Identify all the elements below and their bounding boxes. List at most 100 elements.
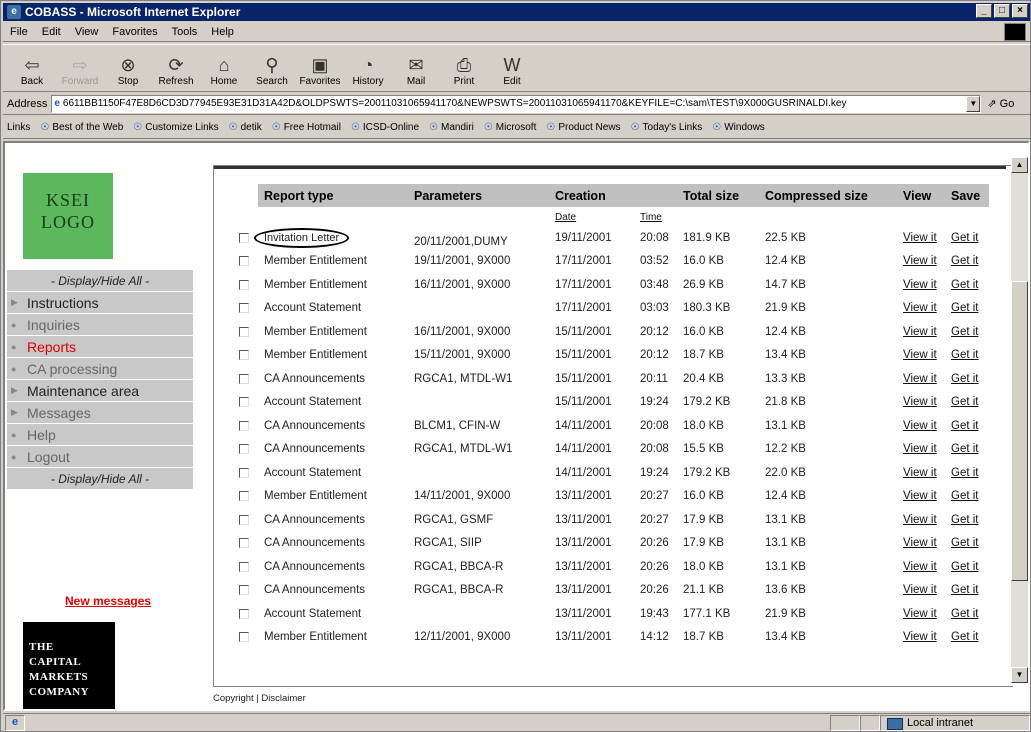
menu-file[interactable]: File bbox=[3, 26, 35, 38]
view-it-link[interactable]: View it bbox=[903, 302, 937, 314]
get-it-link[interactable]: Get it bbox=[951, 255, 978, 267]
scroll-down-icon[interactable]: ▼ bbox=[1011, 667, 1028, 683]
view-it-link[interactable]: View it bbox=[903, 443, 937, 455]
link-free-hotmail[interactable]: Free Hotmail bbox=[272, 122, 341, 133]
view-it-link[interactable]: View it bbox=[903, 420, 937, 432]
minimize-button[interactable]: _ bbox=[976, 4, 992, 18]
sidebar-item-instructions[interactable]: ▶ Instructions bbox=[7, 292, 193, 314]
go-button[interactable]: ⇗ Go bbox=[987, 97, 1014, 110]
row-checkbox[interactable] bbox=[239, 256, 249, 267]
view-it-link[interactable]: View it bbox=[903, 584, 937, 596]
get-it-link[interactable]: Get it bbox=[951, 608, 978, 620]
link-icsd-online[interactable]: ICSD-Online bbox=[351, 122, 419, 133]
refresh-button[interactable]: ⟳ Refresh bbox=[155, 54, 197, 91]
get-it-link[interactable]: Get it bbox=[951, 514, 978, 526]
edit-button[interactable]: W Edit bbox=[491, 54, 533, 91]
new-messages-link[interactable]: New messages bbox=[65, 594, 151, 608]
view-it-link[interactable]: View it bbox=[903, 561, 937, 573]
mail-button[interactable]: ✉ Mail bbox=[395, 54, 437, 91]
disclaimer-link[interactable]: Disclaimer bbox=[261, 693, 305, 704]
row-checkbox[interactable] bbox=[239, 397, 249, 408]
view-it-link[interactable]: View it bbox=[903, 467, 937, 479]
view-it-link[interactable]: View it bbox=[903, 255, 937, 267]
stop-button[interactable]: ⊗ Stop bbox=[107, 54, 149, 91]
get-it-link[interactable]: Get it bbox=[951, 373, 978, 385]
menu-edit[interactable]: Edit bbox=[35, 26, 68, 38]
menu-favorites[interactable]: Favorites bbox=[105, 26, 164, 38]
print-button[interactable]: ⎙ Print bbox=[443, 54, 485, 91]
row-checkbox[interactable] bbox=[239, 373, 249, 384]
row-checkbox[interactable] bbox=[239, 561, 249, 572]
get-it-link[interactable]: Get it bbox=[951, 420, 978, 432]
sidebar-item-maintenance-area[interactable]: ▶ Maintenance area bbox=[7, 380, 193, 402]
get-it-link[interactable]: Get it bbox=[951, 467, 978, 479]
row-checkbox[interactable] bbox=[239, 491, 249, 502]
get-it-link[interactable]: Get it bbox=[951, 537, 978, 549]
history-button[interactable]: ◔ History bbox=[347, 54, 389, 91]
sidebar-item-help[interactable]: ● Help bbox=[7, 424, 193, 446]
row-checkbox[interactable] bbox=[239, 232, 249, 243]
maximize-button[interactable]: □ bbox=[994, 4, 1010, 18]
sidebar-item-ca-processing[interactable]: ● CA processing bbox=[7, 358, 193, 380]
close-button[interactable]: × bbox=[1012, 4, 1028, 18]
back-button[interactable]: ⇦ Back bbox=[11, 54, 53, 91]
link-detik[interactable]: detik bbox=[229, 122, 262, 133]
row-checkbox[interactable] bbox=[239, 420, 249, 431]
view-it-link[interactable]: View it bbox=[903, 349, 937, 361]
row-checkbox[interactable] bbox=[239, 632, 249, 643]
view-it-link[interactable]: View it bbox=[903, 608, 937, 620]
menu-tools[interactable]: Tools bbox=[165, 26, 205, 38]
link-customize-links[interactable]: Customize Links bbox=[133, 122, 218, 133]
link-windows[interactable]: Windows bbox=[712, 122, 765, 133]
get-it-link[interactable]: Get it bbox=[951, 326, 978, 338]
get-it-link[interactable]: Get it bbox=[951, 584, 978, 596]
link-microsoft[interactable]: Microsoft bbox=[484, 122, 537, 133]
sidebar-item-inquiries[interactable]: ● Inquiries bbox=[7, 314, 193, 336]
get-it-link[interactable]: Get it bbox=[951, 490, 978, 502]
search-button[interactable]: ⚲ Search bbox=[251, 54, 293, 91]
row-checkbox[interactable] bbox=[239, 467, 249, 478]
row-checkbox[interactable] bbox=[239, 538, 249, 549]
get-it-link[interactable]: Get it bbox=[951, 302, 978, 314]
row-checkbox[interactable] bbox=[239, 326, 249, 337]
row-checkbox[interactable] bbox=[239, 350, 249, 361]
sidebar-item-messages[interactable]: ▶ Messages bbox=[7, 402, 193, 424]
display-hide-all-bottom[interactable]: - Display/Hide All - bbox=[7, 468, 193, 490]
view-it-link[interactable]: View it bbox=[903, 396, 937, 408]
row-checkbox[interactable] bbox=[239, 585, 249, 596]
view-it-link[interactable]: View it bbox=[903, 326, 937, 338]
home-button[interactable]: ⌂ Home bbox=[203, 54, 245, 91]
vertical-scrollbar[interactable]: ▲ ▼ bbox=[1011, 157, 1028, 683]
view-it-link[interactable]: View it bbox=[903, 631, 937, 643]
scroll-thumb[interactable] bbox=[1011, 281, 1028, 581]
get-it-link[interactable]: Get it bbox=[951, 561, 978, 573]
forward-button[interactable]: ⇨ Forward bbox=[59, 54, 101, 91]
row-checkbox[interactable] bbox=[239, 303, 249, 314]
link-product-news[interactable]: Product News bbox=[546, 122, 620, 133]
sidebar-item-logout[interactable]: ● Logout bbox=[7, 446, 193, 468]
display-hide-all-top[interactable]: - Display/Hide All - bbox=[7, 270, 193, 292]
menu-help[interactable]: Help bbox=[204, 26, 241, 38]
row-checkbox[interactable] bbox=[239, 444, 249, 455]
view-it-link[interactable]: View it bbox=[903, 537, 937, 549]
favorites-button[interactable]: ▣ Favorites bbox=[299, 54, 341, 91]
scroll-up-icon[interactable]: ▲ bbox=[1011, 157, 1028, 173]
link-mandiri[interactable]: Mandiri bbox=[429, 122, 474, 133]
get-it-link[interactable]: Get it bbox=[951, 396, 978, 408]
sidebar-item-reports[interactable]: ● Reports bbox=[7, 336, 193, 358]
get-it-link[interactable]: Get it bbox=[951, 631, 978, 643]
view-it-link[interactable]: View it bbox=[903, 514, 937, 526]
link-best-of-web[interactable]: Best of the Web bbox=[40, 122, 123, 133]
get-it-link[interactable]: Get it bbox=[951, 279, 978, 291]
get-it-link[interactable]: Get it bbox=[951, 349, 978, 361]
get-it-link[interactable]: Get it bbox=[951, 232, 978, 244]
row-checkbox[interactable] bbox=[239, 514, 249, 525]
menu-view[interactable]: View bbox=[68, 26, 106, 38]
link-todays-links[interactable]: Today's Links bbox=[631, 122, 703, 133]
address-input[interactable]: e 6611BB1150F47E8D6CD3D77945E93E31D31A42… bbox=[51, 94, 982, 113]
row-checkbox[interactable] bbox=[239, 608, 249, 619]
view-it-link[interactable]: View it bbox=[903, 279, 937, 291]
view-it-link[interactable]: View it bbox=[903, 232, 937, 244]
view-it-link[interactable]: View it bbox=[903, 373, 937, 385]
row-checkbox[interactable] bbox=[239, 279, 249, 290]
